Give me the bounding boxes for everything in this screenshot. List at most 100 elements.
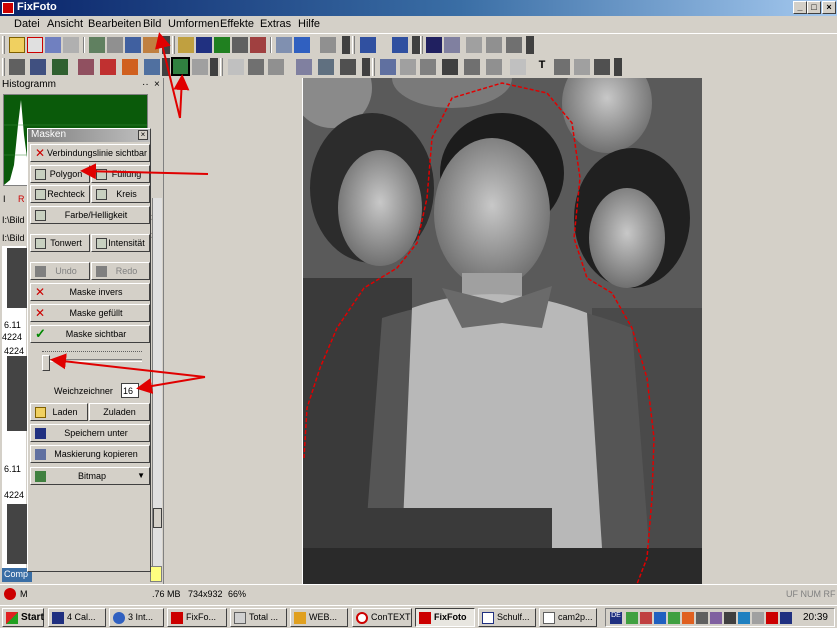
undo-icon[interactable] <box>360 37 376 53</box>
histogram-close-icon[interactable]: × <box>154 79 160 90</box>
copy-icon[interactable] <box>444 37 460 53</box>
channel-tab-i[interactable]: I <box>3 194 6 204</box>
maskierung-kopieren-button[interactable]: Maskierung kopieren <box>30 445 150 463</box>
undo-button[interactable]: Undo <box>30 262 90 280</box>
pin-icon[interactable]: ·· <box>142 79 149 90</box>
align-icon[interactable] <box>574 59 590 75</box>
minimize-button[interactable]: _ <box>793 1 807 14</box>
frame2-icon[interactable] <box>554 59 570 75</box>
laden-button[interactable]: Laden <box>30 403 88 421</box>
file-scrollbar[interactable] <box>152 198 162 578</box>
menu-datei[interactable]: Datei <box>14 18 40 30</box>
grid-icon[interactable] <box>232 37 248 53</box>
farbe-helligkeit-button[interactable]: Farbe/Helligkeit <box>30 206 150 224</box>
menu-bild[interactable]: Bild <box>143 18 161 30</box>
weichzeichner-input[interactable] <box>121 383 139 398</box>
weichzeichner-slider-thumb[interactable] <box>42 355 50 371</box>
mask-tool-icon[interactable] <box>171 57 190 76</box>
start-button[interactable]: Start <box>2 608 44 627</box>
rect-icon[interactable] <box>248 59 264 75</box>
masken-close-icon[interactable]: × <box>138 130 148 140</box>
tray-icon-9[interactable] <box>738 612 750 624</box>
tray-icon-4[interactable] <box>668 612 680 624</box>
tonwert-button[interactable]: Tonwert <box>30 234 90 252</box>
monitor-icon[interactable] <box>196 37 212 53</box>
folder-path-1[interactable]: I:\Bild <box>2 215 25 225</box>
magic-icon[interactable] <box>400 59 416 75</box>
tray-icon-5[interactable] <box>682 612 694 624</box>
speichern-unter-button[interactable]: Speichern unter <box>30 424 150 442</box>
printer-icon[interactable] <box>107 37 123 53</box>
polygon-button[interactable]: Polygon <box>30 165 90 183</box>
folder-path-2[interactable]: I:\Bild <box>2 233 25 243</box>
maske-invers-button[interactable]: ✕ Maske invers <box>30 283 150 301</box>
select-icon[interactable] <box>228 59 244 75</box>
levels-icon[interactable] <box>78 59 94 75</box>
layer-icon[interactable] <box>296 59 312 75</box>
maximize-button[interactable]: □ <box>807 1 821 14</box>
intensitaet-button[interactable]: Intensität <box>91 234 150 252</box>
tool-icon[interactable] <box>143 37 159 53</box>
menu-bearbeiten[interactable]: Bearbeiten <box>88 18 141 30</box>
tray-icon-7[interactable] <box>710 612 722 624</box>
task-internet[interactable]: 3 Int... <box>109 608 164 627</box>
landscape-icon[interactable] <box>52 59 68 75</box>
tray-icon-2[interactable] <box>640 612 652 624</box>
task-total[interactable]: Total ... <box>230 608 287 627</box>
tray-icon-8[interactable] <box>724 612 736 624</box>
marquee-icon[interactable] <box>510 59 526 75</box>
redo-icon[interactable] <box>392 37 408 53</box>
task-fixfoto-2[interactable]: FixFoto <box>415 608 475 627</box>
menu-effekte[interactable]: Effekte <box>220 18 254 30</box>
menu-hilfe[interactable]: Hilfe <box>298 18 320 30</box>
move-icon[interactable] <box>486 59 502 75</box>
color-bars-icon[interactable] <box>100 59 116 75</box>
fit-icon[interactable] <box>320 37 336 53</box>
zoom-icon[interactable] <box>294 37 310 53</box>
face-icon[interactable] <box>30 59 46 75</box>
tray-icon-3[interactable] <box>654 612 666 624</box>
sharpen-icon[interactable] <box>420 59 436 75</box>
task-calendar[interactable]: 4 Cal... <box>48 608 106 627</box>
thumbnail-2[interactable] <box>7 356 29 431</box>
menu-umformen[interactable]: Umformen <box>168 18 219 30</box>
stamp-icon[interactable] <box>380 59 396 75</box>
pattern-icon[interactable] <box>340 59 356 75</box>
frame-icon[interactable] <box>318 59 334 75</box>
tray-icon-12[interactable] <box>780 612 792 624</box>
pen-icon[interactable] <box>250 37 266 53</box>
rechteck-button[interactable]: Rechteck <box>30 185 90 203</box>
batch-icon[interactable] <box>594 59 610 75</box>
weichzeichner-slider-track[interactable] <box>42 359 142 362</box>
scan-icon[interactable] <box>89 37 105 53</box>
tray-icon-10[interactable] <box>752 612 764 624</box>
scrollbar-thumb[interactable] <box>153 508 162 528</box>
channel-tab-r[interactable]: R <box>18 194 25 204</box>
graph-icon[interactable] <box>214 37 230 53</box>
thumbnail-3[interactable] <box>7 504 29 564</box>
tray-icon-6[interactable] <box>696 612 708 624</box>
redo-button[interactable]: Redo <box>91 262 150 280</box>
compare-icon[interactable] <box>466 37 482 53</box>
sparkle-icon[interactable] <box>9 59 25 75</box>
export-icon[interactable] <box>506 37 522 53</box>
menu-ansicht[interactable]: Ansicht <box>47 18 83 30</box>
gallery-icon[interactable] <box>426 37 442 53</box>
settings-icon[interactable] <box>486 37 502 53</box>
fuellung-button[interactable]: Füllung <box>91 165 150 183</box>
open-icon[interactable] <box>9 37 25 53</box>
drop-icon[interactable] <box>464 59 480 75</box>
verbindungslinie-button[interactable]: ✕ Verbindungslinie sichtbar <box>30 144 150 162</box>
task-context[interactable]: ConTEXT <box>352 608 412 627</box>
close-button[interactable]: × <box>822 1 836 14</box>
print-icon[interactable] <box>63 37 79 53</box>
thumbnail-1[interactable] <box>7 248 29 308</box>
eraser-icon[interactable] <box>192 59 208 75</box>
brush-icon[interactable] <box>144 59 160 75</box>
close-file-icon[interactable] <box>27 37 43 53</box>
task-schulf[interactable]: Schulf... <box>478 608 536 627</box>
save-icon[interactable] <box>45 37 61 53</box>
tray-icon-11[interactable] <box>766 612 778 624</box>
color-wheel-icon[interactable] <box>122 59 138 75</box>
task-cam2p[interactable]: cam2p... <box>539 608 597 627</box>
